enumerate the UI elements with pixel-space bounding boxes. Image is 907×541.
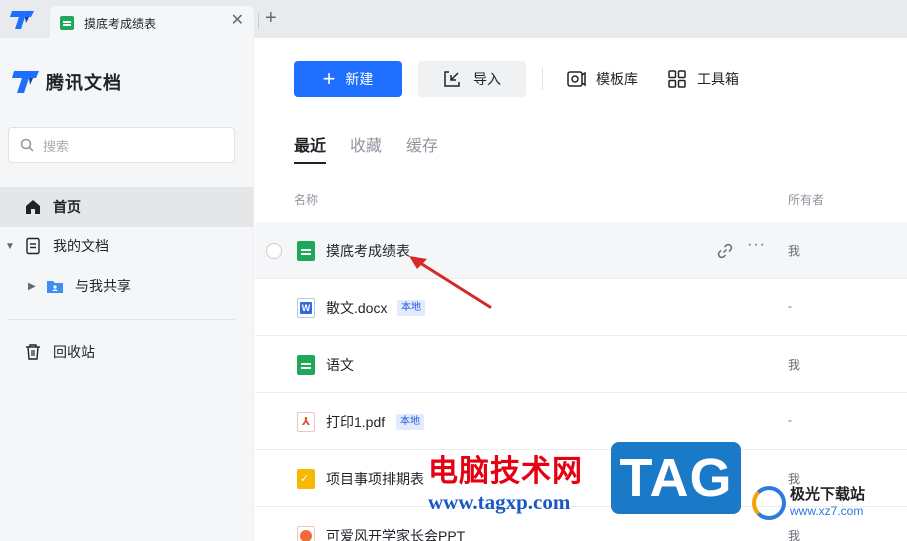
sidebar-item-trash[interactable]: 回收站 <box>0 332 253 372</box>
watermark-site-name: 极光下载站 <box>790 486 866 503</box>
file-name[interactable]: 打印1.pdf <box>326 412 385 432</box>
tab-recent[interactable]: 最近 <box>294 132 327 164</box>
sheet-icon <box>60 16 74 30</box>
toolbox-button[interactable]: 工具箱 <box>667 67 739 91</box>
plus-icon: + <box>322 66 336 91</box>
brand[interactable]: 腾讯文档 <box>12 68 122 96</box>
aurora-logo-icon <box>752 486 786 520</box>
table-row[interactable]: ⅄ 打印1.pdf 本地 - <box>255 393 907 450</box>
file-name[interactable]: 可爱风开学家长会PPT <box>326 526 465 541</box>
tab-divider <box>258 13 259 29</box>
sidebar-item-home[interactable]: 首页 <box>0 187 253 227</box>
file-name[interactable]: 语文 <box>326 355 354 375</box>
ppt-icon <box>297 526 315 541</box>
grid-icon <box>668 70 686 88</box>
caret-down-icon[interactable]: ▼ <box>5 241 15 252</box>
toolbar-divider <box>542 68 543 90</box>
import-button[interactable]: 导入 <box>418 61 526 97</box>
import-button-label: 导入 <box>473 71 501 87</box>
brand-name: 腾讯文档 <box>46 73 122 93</box>
tab-favorites[interactable]: 收藏 <box>350 132 382 164</box>
file-name[interactable]: 项目事项排期表 <box>326 469 424 489</box>
browser-tabbar: 摸底考成绩表 ✕ + <box>0 0 907 38</box>
watermark-text: 电脑技术网 <box>428 454 583 489</box>
template-library-button[interactable]: 模板库 <box>566 67 638 91</box>
toolbox-label: 工具箱 <box>697 71 739 87</box>
owner-cell: 我 <box>788 472 801 486</box>
watermark-url: www.tagxp.com <box>428 490 571 514</box>
import-icon <box>444 71 460 87</box>
sheet-icon <box>297 355 315 375</box>
local-badge: 本地 <box>396 414 424 430</box>
shared-folder-icon <box>47 281 63 293</box>
sidebar: 腾讯文档 首页 ▼ 我的文档 ▶ 与我共享 <box>0 38 254 541</box>
new-button[interactable]: + 新建 <box>294 61 402 97</box>
sidebar-item-label: 回收站 <box>53 344 95 360</box>
column-header-name[interactable]: 名称 <box>294 191 318 208</box>
tencent-docs-logo-icon[interactable] <box>10 9 36 31</box>
caret-right-icon[interactable]: ▶ <box>28 281 36 292</box>
tab-document[interactable]: 摸底考成绩表 ✕ <box>50 6 254 38</box>
close-icon[interactable]: ✕ <box>231 12 244 30</box>
annotation-arrow-icon <box>409 256 492 309</box>
link-icon[interactable] <box>716 242 734 260</box>
tencent-docs-logo-icon <box>12 71 39 93</box>
task-icon: ✓ <box>297 469 315 489</box>
owner-cell: 我 <box>788 244 801 258</box>
add-tab-button[interactable]: + <box>265 8 277 28</box>
pdf-icon: ⅄ <box>297 412 315 432</box>
search-icon <box>20 138 34 152</box>
owner-cell: 我 <box>788 358 801 372</box>
word-icon: W <box>297 298 315 318</box>
watermark-site-logo: 极光下载站 www.xz7.com <box>752 486 865 520</box>
document-icon <box>26 237 40 255</box>
file-name[interactable]: 摸底考成绩表 <box>326 241 410 261</box>
sidebar-item-label: 与我共享 <box>75 278 131 294</box>
owner-cell: - <box>788 413 792 427</box>
owner-cell: - <box>788 299 792 313</box>
template-icon <box>567 71 586 87</box>
column-header-owner[interactable]: 所有者 <box>788 191 824 208</box>
sidebar-item-my-docs[interactable]: ▼ 我的文档 <box>0 226 253 266</box>
search-input[interactable] <box>43 136 223 156</box>
home-icon <box>26 200 40 214</box>
file-name[interactable]: 散文.docx <box>326 298 387 318</box>
more-icon[interactable]: ··· <box>747 236 766 254</box>
trash-icon <box>26 344 40 360</box>
sidebar-item-shared[interactable]: ▶ 与我共享 <box>0 266 253 306</box>
subtabs: 最近 收藏 缓存 <box>294 132 462 164</box>
table-row[interactable]: 摸底考成绩表 ··· 我 <box>255 222 907 279</box>
search-box[interactable] <box>8 127 235 163</box>
row-checkbox[interactable] <box>266 243 282 259</box>
table-row[interactable]: 语文 我 <box>255 336 907 393</box>
template-library-label: 模板库 <box>596 71 638 87</box>
new-button-label: 新建 <box>345 71 374 87</box>
owner-cell: 我 <box>788 529 801 541</box>
watermark-site-url: www.xz7.com <box>790 504 864 518</box>
sidebar-item-label: 我的文档 <box>53 238 109 254</box>
sidebar-item-label: 首页 <box>53 199 81 215</box>
tab-title: 摸底考成绩表 <box>84 17 157 31</box>
table-row[interactable]: W 散文.docx 本地 - <box>255 279 907 336</box>
sheet-icon <box>297 241 315 261</box>
watermark-tag-logo: TAG <box>611 442 741 514</box>
sidebar-divider <box>8 319 235 320</box>
tab-cache[interactable]: 缓存 <box>406 132 438 164</box>
